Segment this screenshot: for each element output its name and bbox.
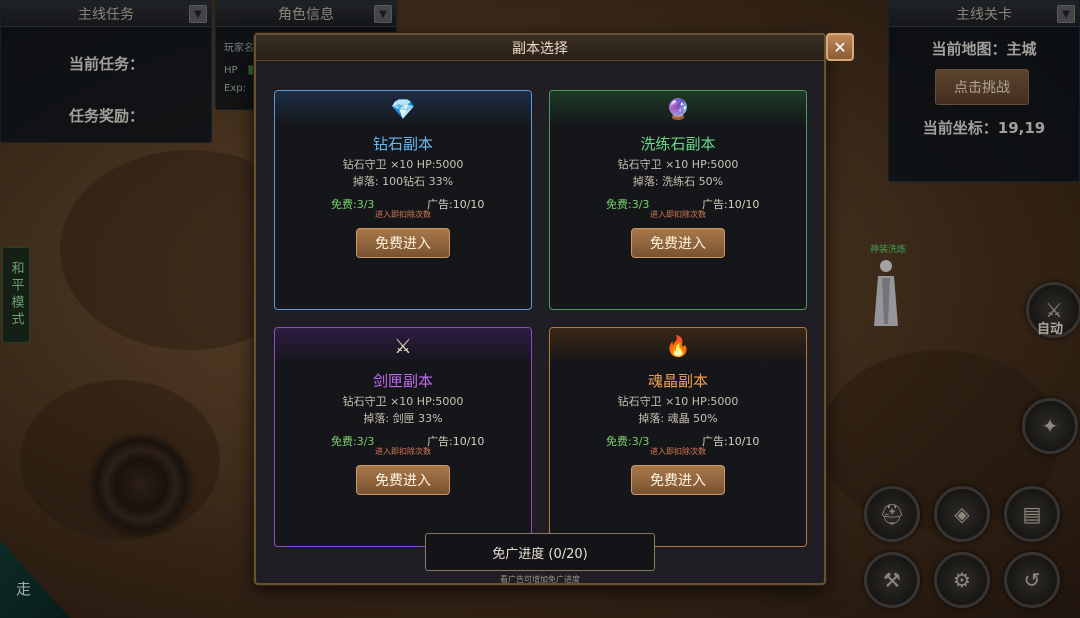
crossed-swords-icon: ⚔: [394, 334, 412, 358]
dungeon-name: 剑匣副本: [372, 372, 433, 390]
card-header-band: 🔥: [550, 328, 806, 364]
guard-info: 钻石守卫 ×10 HP:5000: [617, 395, 739, 408]
drop-info: 掉落: 100钻石 33%: [352, 175, 454, 188]
deduct-note: 进入即扣除次数: [375, 210, 431, 219]
card-header-band: 💎: [275, 91, 531, 127]
ad-free-progress-hint: 看广告可增加免广进度: [500, 575, 580, 584]
modal-title: 副本选择: [256, 35, 824, 61]
free-enter-button[interactable]: 免费进入: [356, 465, 450, 495]
dungeon-name: 洗练石副本: [640, 135, 716, 153]
guard-info: 钻石守卫 ×10 HP:5000: [617, 158, 739, 171]
drop-info: 掉落: 魂晶 50%: [638, 412, 718, 425]
fire-icon: 🔥: [665, 334, 691, 358]
drop-info: 掉落: 洗练石 50%: [632, 175, 724, 188]
guard-info: 钻石守卫 ×10 HP:5000: [342, 158, 464, 171]
dungeon-name: 钻石副本: [372, 135, 433, 153]
card-header-band: ⚔: [275, 328, 531, 364]
dungeon-name: 魂晶副本: [647, 372, 708, 390]
guard-info: 钻石守卫 ×10 HP:5000: [342, 395, 464, 408]
free-enter-button[interactable]: 免费进入: [631, 465, 725, 495]
card-header-band: 🔮: [550, 91, 806, 127]
dungeon-card: 🔮 洗练石副本 钻石守卫 ×10 HP:5000 掉落: 洗练石 50% 免费:…: [549, 90, 807, 310]
free-enter-button[interactable]: 免费进入: [356, 228, 450, 258]
diamond-icon: 💎: [390, 97, 416, 121]
close-icon[interactable]: ✕: [826, 33, 854, 61]
deduct-note: 进入即扣除次数: [650, 210, 706, 219]
drop-info: 掉落: 剑匣 33%: [363, 412, 443, 425]
dungeon-card: ⚔ 剑匣副本 钻石守卫 ×10 HP:5000 掉落: 剑匣 33% 免费:3/…: [274, 327, 532, 547]
crystal-ball-icon: 🔮: [665, 97, 691, 121]
ad-free-progress: 免广进度 (0/20): [425, 533, 655, 571]
deduct-note: 进入即扣除次数: [650, 447, 706, 456]
dungeon-card: 🔥 魂晶副本 钻石守卫 ×10 HP:5000 掉落: 魂晶 50% 免费:3/…: [549, 327, 807, 547]
free-enter-button[interactable]: 免费进入: [631, 228, 725, 258]
dungeon-card: 💎 钻石副本 钻石守卫 ×10 HP:5000 掉落: 100钻石 33% 免费…: [274, 90, 532, 310]
deduct-note: 进入即扣除次数: [375, 447, 431, 456]
